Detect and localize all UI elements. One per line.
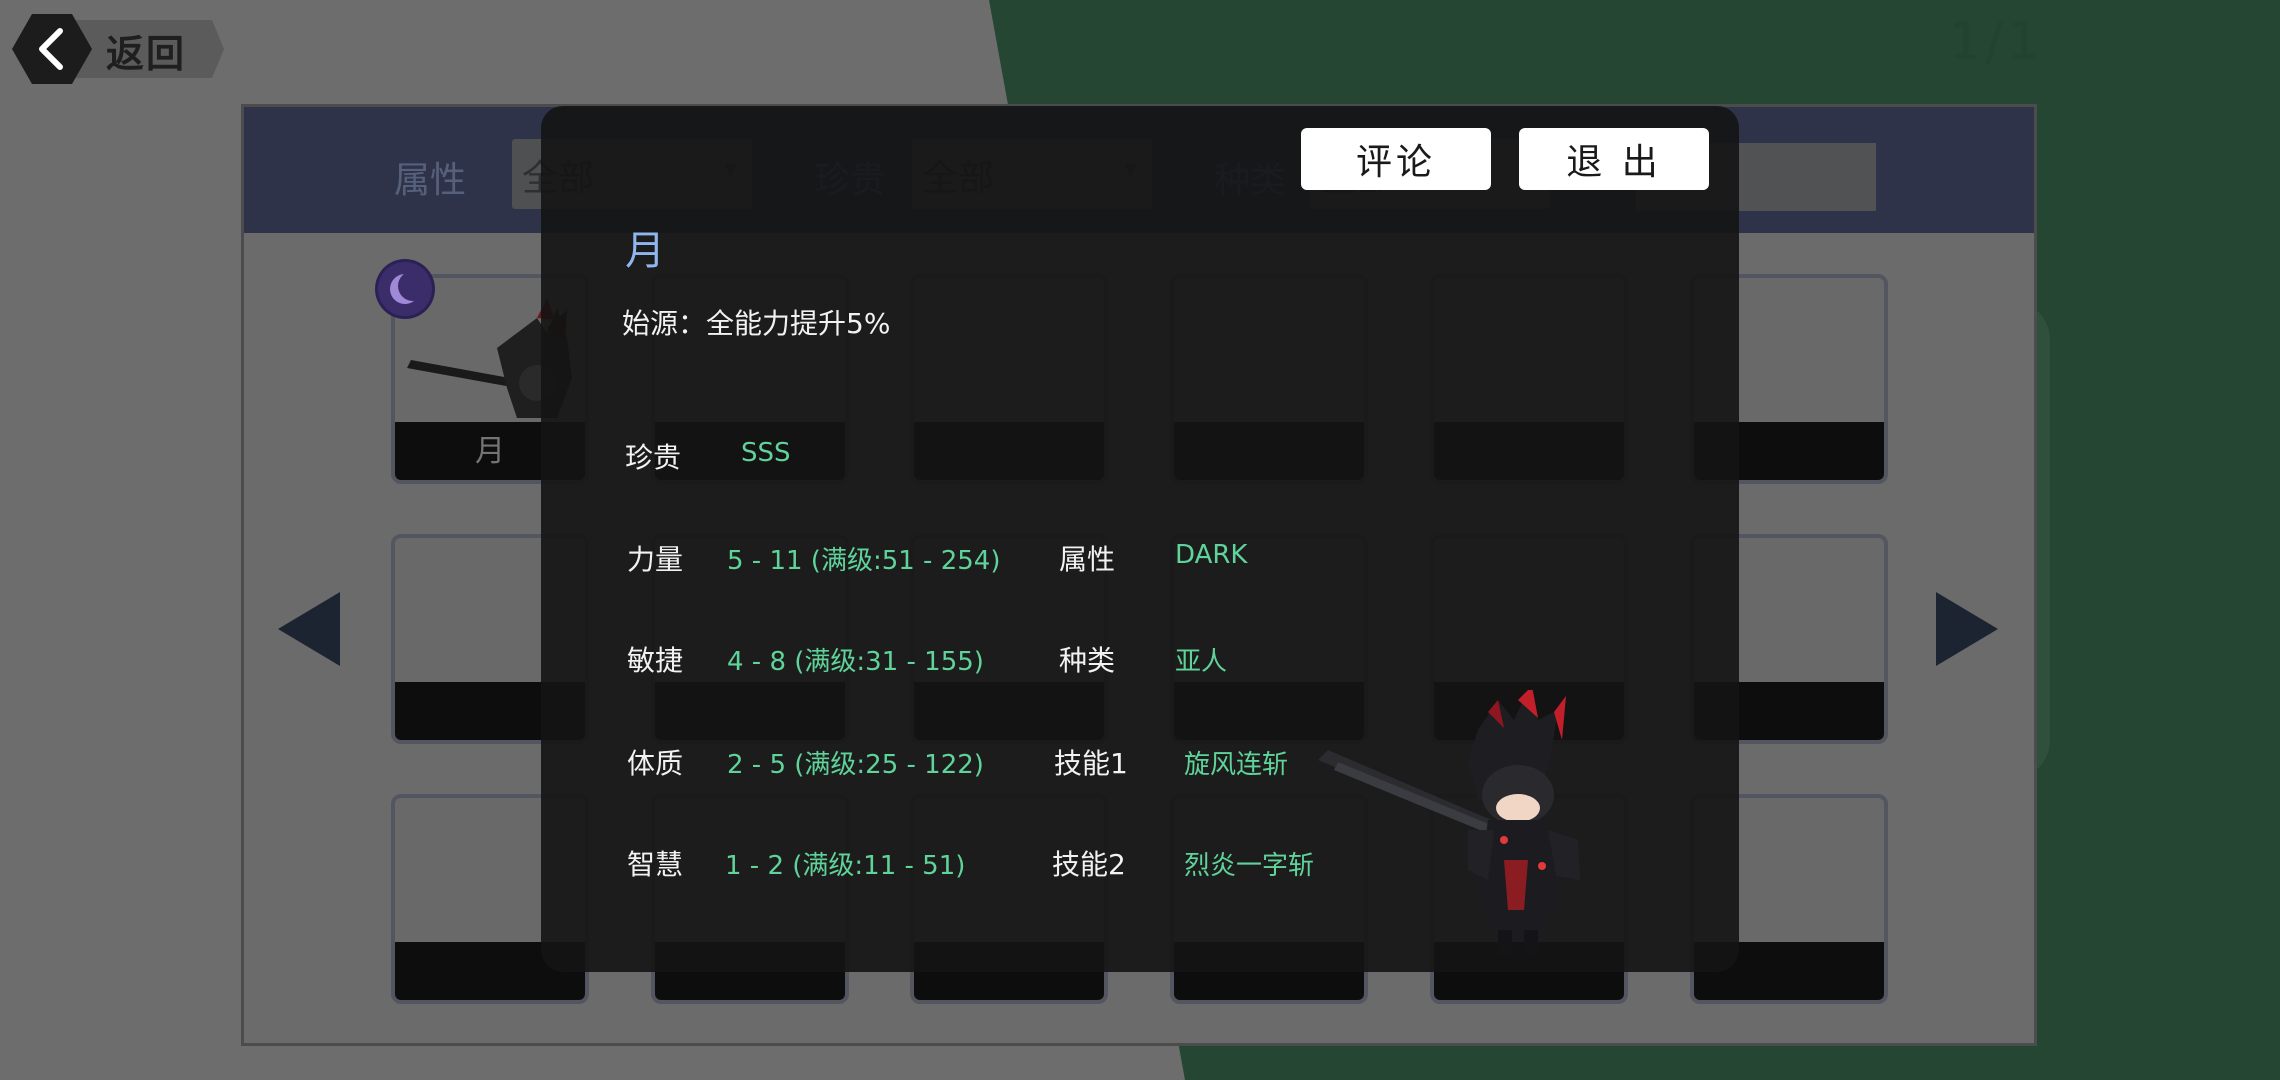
info-value: DARK xyxy=(1175,540,1248,570)
stat-value: 5 - 11 (满级:51 - 254) xyxy=(727,546,1001,576)
info-value: 旋风连斩 xyxy=(1184,750,1289,780)
stat-label: 智慧 xyxy=(627,848,684,881)
comment-button[interactable]: 评论 xyxy=(1301,128,1491,190)
left-arrow-icon[interactable] xyxy=(278,592,340,666)
info-value: 亚人 xyxy=(1175,647,1228,677)
page-indicator: 1/1 xyxy=(1948,12,2044,72)
info-label: 种类 xyxy=(1059,644,1116,677)
character-model xyxy=(1318,690,1580,956)
rarity-label: 珍贵 xyxy=(625,441,682,474)
stat-label: 体质 xyxy=(627,747,684,780)
info-label: 技能2 xyxy=(1052,848,1126,881)
stat-value: 4 - 8 (满级:31 - 155) xyxy=(727,647,984,677)
info-label: 技能1 xyxy=(1054,747,1128,780)
info-value: 烈炎一字斩 xyxy=(1184,851,1315,881)
moon-icon xyxy=(378,262,432,316)
right-arrow-icon[interactable] xyxy=(1936,592,1998,666)
stat-value: 2 - 5 (满级:25 - 122) xyxy=(727,750,984,780)
stat-label: 敏捷 xyxy=(627,644,684,677)
attribute-filter-label: 属性 xyxy=(394,160,467,201)
stat-label: 力量 xyxy=(627,543,684,576)
origin-bonus: 始源：全能力提升5% xyxy=(622,307,891,340)
rarity-value: SSS xyxy=(741,438,791,468)
info-label: 属性 xyxy=(1059,543,1116,576)
stat-value: 1 - 2 (满级:11 - 51) xyxy=(725,851,966,881)
character-name: 月 xyxy=(625,228,665,274)
back-button-label: 返回 xyxy=(106,32,187,76)
exit-button[interactable]: 退 出 xyxy=(1519,128,1709,190)
back-button[interactable]: 返回 xyxy=(12,14,224,84)
